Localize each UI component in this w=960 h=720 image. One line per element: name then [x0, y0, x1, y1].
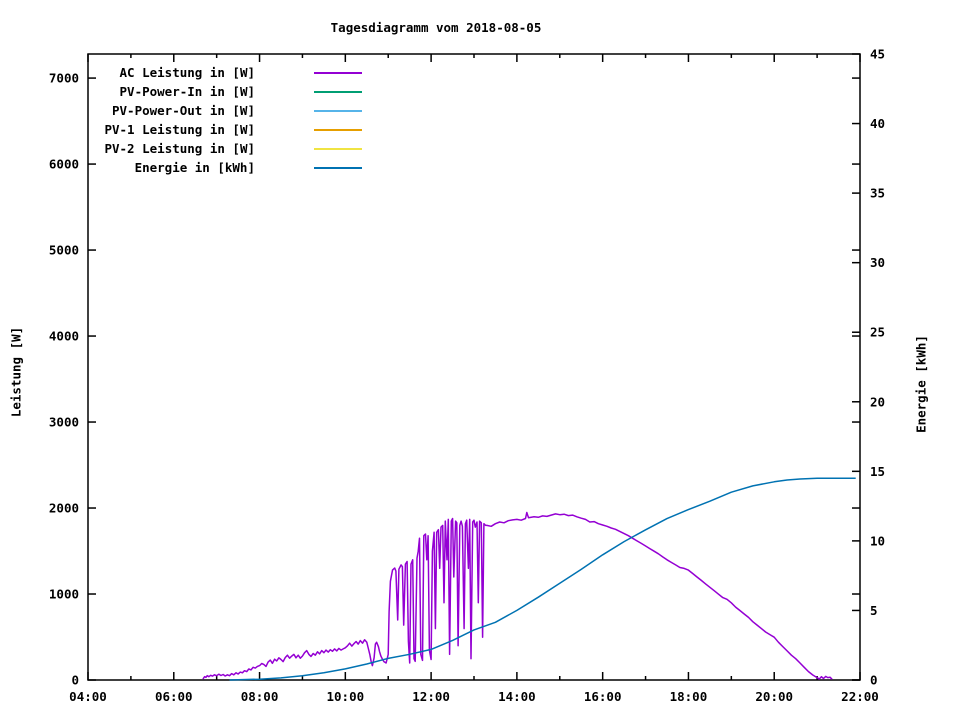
x-tick-label: 18:00 — [670, 689, 708, 704]
legend-label: PV-2 Leistung in [W] — [104, 141, 255, 156]
y-tick-label: 5000 — [49, 243, 79, 258]
y-tick-label: 7000 — [49, 71, 79, 86]
y2-tick-label: 30 — [870, 255, 885, 270]
y2-tick-label: 10 — [870, 533, 885, 548]
legend-label: PV-1 Leistung in [W] — [104, 122, 255, 137]
y-tick-label: 3000 — [49, 415, 79, 430]
legend: AC Leistung in [W] PV-Power-In in [W] PV-P… — [104, 65, 362, 175]
legend-label: PV-Power-In in [W] — [120, 84, 255, 99]
legend-label: PV-Power-Out in [W] — [112, 103, 255, 118]
series-line-0 — [202, 511, 833, 680]
x-tick-label: 06:00 — [155, 689, 193, 704]
x-tick-label: 14:00 — [498, 689, 536, 704]
x-tick-label: 10:00 — [327, 689, 365, 704]
y2-tick-label: 25 — [870, 325, 885, 340]
y2-tick-label: 35 — [870, 186, 885, 201]
series-line-5 — [229, 477, 856, 681]
x-tick-label: 08:00 — [241, 689, 279, 704]
y-tick-label: 1000 — [49, 587, 79, 602]
y2-tick-label: 15 — [870, 464, 885, 479]
y2-tick-label: 40 — [870, 116, 885, 131]
daily-diagram-screenshot: Tagesdiagramm vom 2018-08-05 Leistung [W… — [0, 0, 960, 720]
y-tick-label: 2000 — [49, 501, 79, 516]
y-tick-label: 6000 — [49, 157, 79, 172]
x-tick-label: 12:00 — [412, 689, 450, 704]
y2-tick-label: 0 — [870, 673, 878, 688]
y2-tick-label: 45 — [870, 47, 885, 62]
y-tick-label: 4000 — [49, 329, 79, 344]
chart-canvas: 04:00 06:00 08:00 10:00 12:00 14:00 16:00 18:00… — [49, 47, 885, 705]
y2-tick-label: 5 — [870, 603, 878, 618]
x-tick-label: 20:00 — [755, 689, 793, 704]
y2-tick-label: 20 — [870, 394, 885, 409]
legend-label: Energie in [kWh] — [135, 160, 255, 175]
y-tick-label: 0 — [71, 673, 79, 688]
x-tick-label: 22:00 — [841, 689, 879, 704]
legend-label: AC Leistung in [W] — [120, 65, 255, 80]
x-tick-label: 04:00 — [69, 689, 107, 704]
x-tick-label: 16:00 — [584, 689, 622, 704]
y2-axis: 0 5 10 15 20 25 30 35 40 45 — [852, 47, 885, 688]
